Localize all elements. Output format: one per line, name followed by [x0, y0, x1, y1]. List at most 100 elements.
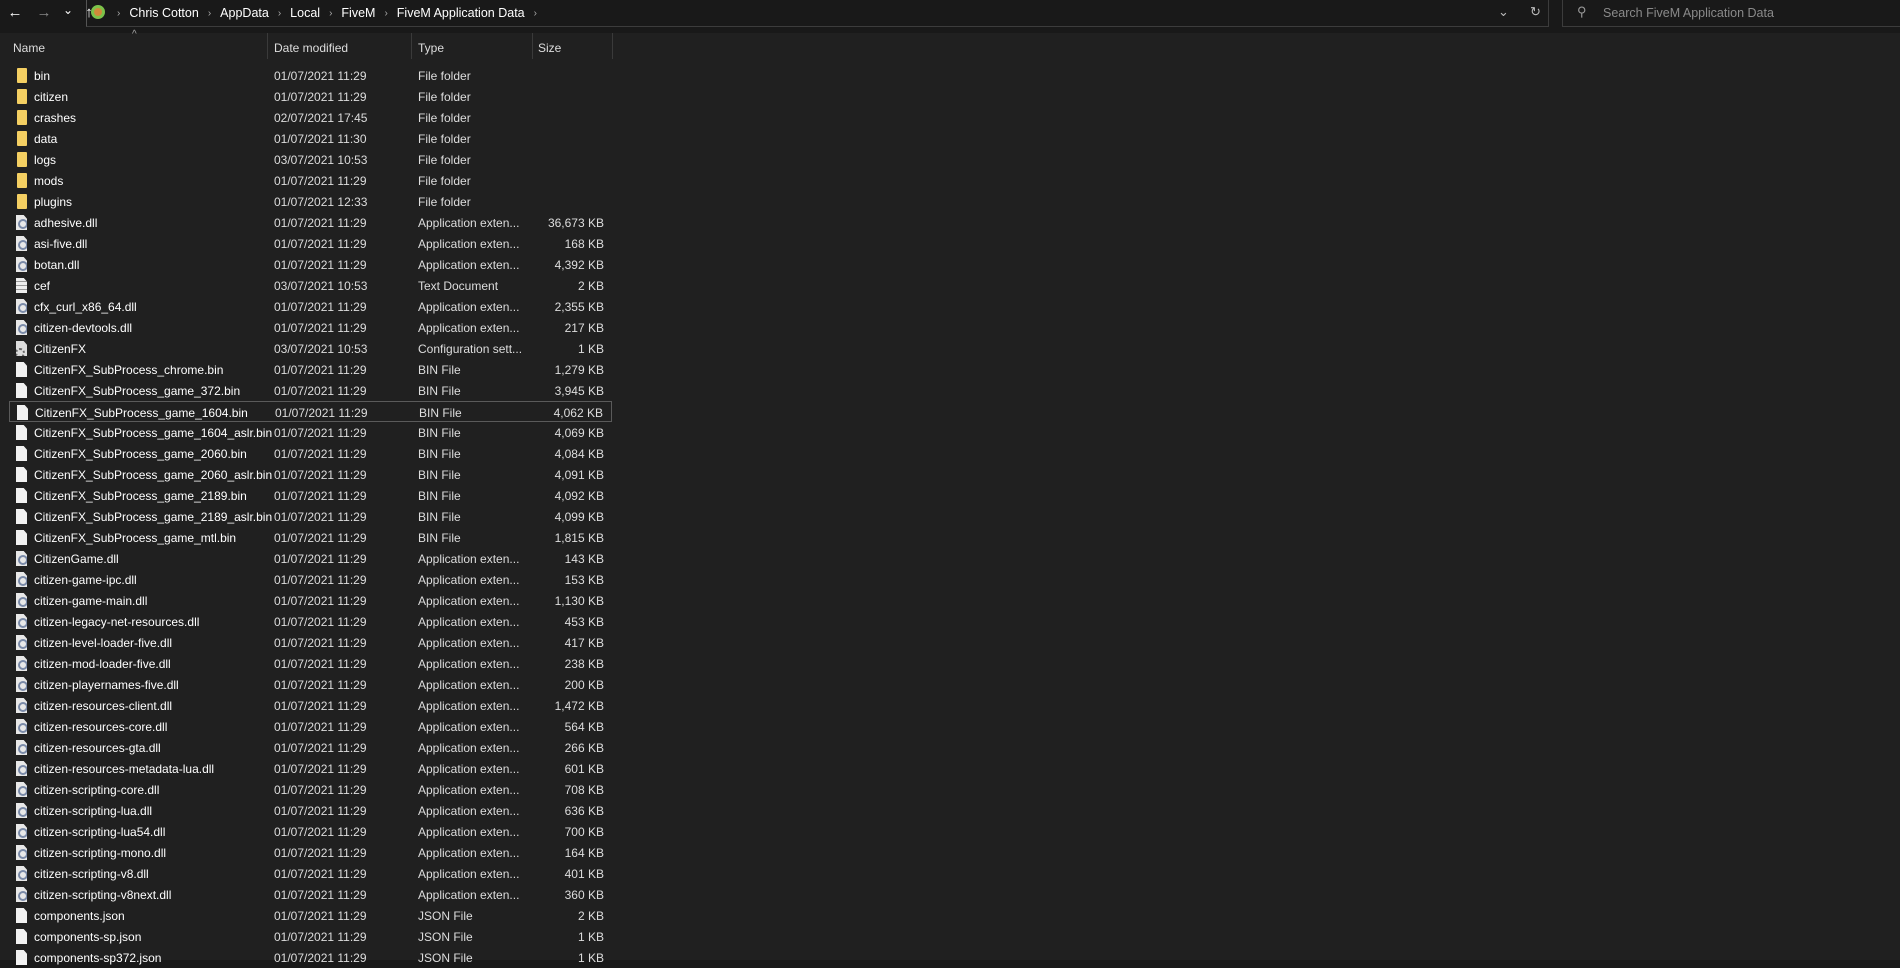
- file-name: bin: [34, 69, 51, 83]
- breadcrumb: › Chris Cotton › AppData › Local › FiveM › FiveM …: [108, 6, 546, 20]
- file-row[interactable]: plugins 01/07/2021 12:33 File folder: [9, 191, 612, 212]
- file-row[interactable]: bin 01/07/2021 11:29 File folder: [9, 65, 612, 86]
- file-row[interactable]: citizen-scripting-core.dll 01/07/2021 11:…: [9, 779, 612, 800]
- file-row[interactable]: logs 03/07/2021 10:53 File folder: [9, 149, 612, 170]
- file-date-modified: 01/07/2021 11:29: [274, 363, 367, 377]
- dll-icon: [16, 824, 27, 839]
- dll-icon: [16, 782, 27, 797]
- breadcrumb-item[interactable]: Chris Cotton: [129, 6, 198, 20]
- file-row[interactable]: CitizenGame.dll 01/07/2021 11:29 Applicati…: [9, 548, 612, 569]
- column-name[interactable]: Name: [13, 41, 45, 55]
- forward-button[interactable]: →: [35, 4, 53, 21]
- file-name: citizen-resources-metadata-lua.dll: [34, 762, 215, 776]
- file-row[interactable]: cef 03/07/2021 10:53 Text Document 2 KB: [9, 275, 612, 296]
- column-size[interactable]: Size: [538, 41, 561, 55]
- folder-icon: [17, 131, 27, 146]
- file-name: citizen: [34, 90, 69, 104]
- file-row[interactable]: crashes 02/07/2021 17:45 File folder: [9, 107, 612, 128]
- column-type[interactable]: Type: [418, 41, 444, 55]
- file-type: JSON File: [418, 930, 473, 944]
- file-type: Application exten...: [418, 552, 520, 566]
- dll-icon: [16, 761, 27, 776]
- file-row[interactable]: CitizenFX_SubProcess_chrome.bin 01/07/202…: [9, 359, 612, 380]
- file-row[interactable]: citizen-resources-client.dll 01/07/2021 1…: [9, 695, 612, 716]
- recent-locations-button[interactable]: ⌄: [59, 3, 77, 17]
- column-divider[interactable]: [612, 33, 613, 59]
- file-date-modified: 01/07/2021 11:29: [274, 300, 367, 314]
- dll-icon: [16, 635, 27, 650]
- file-row[interactable]: CitizenFX_SubProcess_game_2060_aslr.bin 0…: [9, 464, 612, 485]
- file-row[interactable]: CitizenFX_SubProcess_game_2189.bin 01/07/…: [9, 485, 612, 506]
- column-divider[interactable]: [411, 33, 412, 59]
- file-row[interactable]: citizen-game-main.dll 01/07/2021 11:29 App…: [9, 590, 612, 611]
- file-name: components-sp.json: [34, 930, 142, 944]
- file-row[interactable]: components-sp372.json 01/07/2021 11:29 JSO…: [9, 947, 612, 968]
- file-icon: [16, 446, 27, 461]
- column-divider[interactable]: [532, 33, 533, 59]
- file-date-modified: 01/07/2021 11:29: [274, 720, 367, 734]
- column-divider[interactable]: [267, 33, 268, 59]
- file-row[interactable]: citizen 01/07/2021 11:29 File folder: [9, 86, 612, 107]
- file-row[interactable]: CitizenFX_SubProcess_game_mtl.bin 01/07/2…: [9, 527, 612, 548]
- file-date-modified: 01/07/2021 11:29: [274, 888, 367, 902]
- file-date-modified: 02/07/2021 17:45: [274, 111, 368, 125]
- file-row[interactable]: citizen-scripting-lua54.dll 01/07/2021 11…: [9, 821, 612, 842]
- back-button[interactable]: ←: [6, 4, 24, 21]
- file-row[interactable]: CitizenFX_SubProcess_game_2189_aslr.bin 0…: [9, 506, 612, 527]
- breadcrumb-item[interactable]: AppData: [220, 6, 269, 20]
- file-row[interactable]: CitizenFX_SubProcess_game_2060.bin 01/07/…: [9, 443, 612, 464]
- breadcrumb-separator[interactable]: ›: [208, 8, 211, 19]
- breadcrumb-item[interactable]: FiveM Application Data: [397, 6, 525, 20]
- file-row[interactable]: cfx_curl_x86_64.dll 01/07/2021 11:29 Appli…: [9, 296, 612, 317]
- file-row[interactable]: asi-five.dll 01/07/2021 11:29 Application …: [9, 233, 612, 254]
- file-type: Application exten...: [418, 258, 520, 272]
- breadcrumb-item[interactable]: FiveM: [341, 6, 375, 20]
- file-row[interactable]: citizen-scripting-lua.dll 01/07/2021 11:2…: [9, 800, 612, 821]
- breadcrumb-separator[interactable]: ›: [384, 8, 387, 19]
- dll-icon: [16, 866, 27, 881]
- file-date-modified: 01/07/2021 11:29: [274, 237, 367, 251]
- file-row[interactable]: citizen-mod-loader-five.dll 01/07/2021 11…: [9, 653, 612, 674]
- breadcrumb-item[interactable]: Local: [290, 6, 320, 20]
- file-row[interactable]: citizen-scripting-mono.dll 01/07/2021 11:…: [9, 842, 612, 863]
- file-row[interactable]: citizen-playernames-five.dll 01/07/2021 1…: [9, 674, 612, 695]
- file-row[interactable]: CitizenFX_SubProcess_game_1604.bin 01/07/…: [9, 401, 612, 422]
- file-row[interactable]: citizen-resources-gta.dll 01/07/2021 11:2…: [9, 737, 612, 758]
- file-row[interactable]: citizen-resources-core.dll 01/07/2021 11:…: [9, 716, 612, 737]
- file-row[interactable]: citizen-level-loader-five.dll 01/07/2021 …: [9, 632, 612, 653]
- file-type: File folder: [418, 132, 471, 146]
- column-date-modified[interactable]: Date modified: [274, 41, 348, 55]
- file-size: 564 KB: [564, 720, 604, 734]
- refresh-button[interactable]: ↻: [1530, 4, 1541, 20]
- file-name: asi-five.dll: [34, 237, 88, 251]
- file-type: Application exten...: [418, 300, 520, 314]
- file-row[interactable]: citizen-scripting-v8next.dll 01/07/2021 1…: [9, 884, 612, 905]
- breadcrumb-separator[interactable]: ›: [278, 8, 281, 19]
- breadcrumb-separator[interactable]: ›: [329, 8, 332, 19]
- file-row[interactable]: CitizenFX_SubProcess_game_372.bin 01/07/2…: [9, 380, 612, 401]
- file-row[interactable]: citizen-legacy-net-resources.dll 01/07/20…: [9, 611, 612, 632]
- file-row[interactable]: data 01/07/2021 11:30 File folder: [9, 128, 612, 149]
- file-row[interactable]: components-sp.json 01/07/2021 11:29 JSON F…: [9, 926, 612, 947]
- dll-icon: [16, 677, 27, 692]
- file-row[interactable]: components.json 01/07/2021 11:29 JSON File…: [9, 905, 612, 926]
- file-type: Application exten...: [418, 573, 520, 587]
- file-size: 636 KB: [564, 804, 604, 818]
- file-type: Application exten...: [418, 678, 520, 692]
- search-input[interactable]: ⚲ Search FiveM Application Data: [1562, 0, 1900, 27]
- file-row[interactable]: CitizenFX_SubProcess_game_1604_aslr.bin 0…: [9, 422, 612, 443]
- file-icon: [17, 405, 28, 420]
- dll-icon: [16, 803, 27, 818]
- file-row[interactable]: citizen-devtools.dll 01/07/2021 11:29 Appl…: [9, 317, 612, 338]
- file-row[interactable]: CitizenFX 03/07/2021 10:53 Configuration s…: [9, 338, 612, 359]
- file-row[interactable]: mods 01/07/2021 11:29 File folder: [9, 170, 612, 191]
- dll-icon: [16, 740, 27, 755]
- breadcrumb-separator[interactable]: ›: [534, 8, 537, 19]
- address-dropdown-button[interactable]: ⌄: [1498, 4, 1509, 20]
- file-row[interactable]: citizen-resources-metadata-lua.dll 01/07/…: [9, 758, 612, 779]
- file-row[interactable]: botan.dll 01/07/2021 11:29 Application ext…: [9, 254, 612, 275]
- breadcrumb-separator[interactable]: ›: [117, 8, 120, 19]
- file-row[interactable]: adhesive.dll 01/07/2021 11:29 Application …: [9, 212, 612, 233]
- file-row[interactable]: citizen-game-ipc.dll 01/07/2021 11:29 Appl…: [9, 569, 612, 590]
- file-row[interactable]: citizen-scripting-v8.dll 01/07/2021 11:29…: [9, 863, 612, 884]
